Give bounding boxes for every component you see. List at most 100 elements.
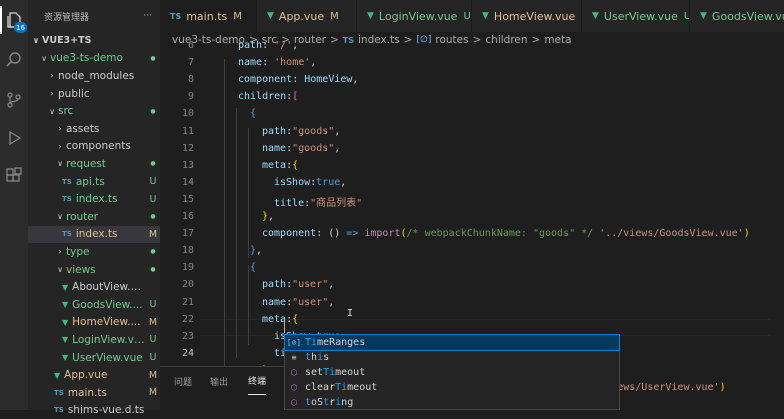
tree-item[interactable]: ∨ VUE3+TS — [28, 32, 160, 50]
tree-item-label: views — [66, 263, 96, 276]
editor-tab[interactable]: ▼UserView.vueU — [582, 0, 690, 32]
suggest-item[interactable]: ⬡ t oS t r i ng — [285, 395, 619, 410]
tree-item[interactable]: ▼ App.vue M — [28, 366, 160, 384]
suggest-item[interactable]: [⊘] Ti meRanges — [284, 334, 620, 351]
tree-item[interactable]: ▼ LoginView.vue U — [28, 331, 160, 349]
indent-guide — [248, 128, 249, 258]
code-token: : () — [316, 228, 347, 240]
chevron-icon: › — [58, 124, 62, 134]
code-token: '../views/GoodsView.vue' — [599, 228, 744, 240]
tree-item-label: LoginView.vue — [72, 333, 146, 346]
code-token: : — [262, 40, 275, 51]
tree-item-label: type — [66, 245, 90, 258]
extensions-icon[interactable] — [0, 162, 28, 190]
breadcrumb-item[interactable]: router — [294, 34, 326, 46]
chevron-icon: › — [58, 141, 62, 151]
breadcrumb-separator: > — [403, 34, 413, 46]
code-token: import — [364, 228, 401, 240]
tree-item-label: index.ts — [75, 228, 118, 241]
code-token: name — [238, 57, 263, 69]
tree-item[interactable]: TS main.ts M — [28, 384, 160, 402]
typescript-file-icon: TS — [62, 230, 72, 239]
tree-item[interactable]: ∨ src ● — [28, 102, 160, 120]
suggest-item[interactable]: ⬡ clear Ti meout — [285, 380, 619, 395]
tree-item[interactable]: ▼ GoodsView.... U — [28, 296, 160, 314]
suggest-text: meout — [347, 382, 378, 393]
suggest-widget[interactable]: [⊘] Ti meRanges ≡ t h i s ⬡ set Ti meout ⬡ clear Ti meo… — [284, 334, 620, 410]
line-number: 14 — [181, 176, 194, 188]
tree-item[interactable]: › components — [28, 138, 160, 156]
suggest-text: Ti — [323, 367, 336, 378]
indent-guide — [236, 108, 237, 358]
code-token: name — [262, 142, 287, 154]
suggest-item[interactable]: ≡ t h i s — [285, 350, 619, 365]
code-line: component: HomeView, — [238, 74, 358, 85]
suggest-item[interactable]: ⬡ set Ti meout — [285, 365, 619, 380]
line-number: 23 — [181, 330, 194, 342]
line-number: 12 — [181, 142, 194, 154]
git-status-badge: M — [148, 316, 158, 328]
code-token: { — [250, 108, 257, 120]
tab-status: M — [233, 10, 242, 22]
search-icon[interactable] — [0, 46, 28, 74]
code-token: , — [340, 176, 347, 188]
files-icon[interactable]: 16 — [0, 6, 28, 34]
code-token: { — [250, 262, 257, 274]
code-token: "user" — [292, 279, 329, 291]
breadcrumb-item[interactable]: [∅] — [416, 35, 431, 45]
code-line: { — [250, 108, 256, 119]
tree-item-label: index.ts — [75, 193, 118, 206]
tree-item-label: request — [66, 157, 106, 170]
source-control-icon[interactable] — [0, 86, 28, 114]
tree-item[interactable]: › type ● — [28, 243, 160, 261]
tree-item[interactable]: › public — [28, 85, 160, 103]
tree-item[interactable]: › assets — [28, 120, 160, 138]
more-actions-icon[interactable]: ··· — [143, 11, 152, 21]
editor-tab[interactable]: ▼GoodsView.vueU — [690, 0, 784, 32]
editor-tab[interactable]: ▼HomeView.vueM — [472, 0, 582, 32]
tree-item-label: HomeView.... — [72, 316, 141, 329]
explorer-sidebar: 资源管理器 ··· ∨ VUE3+TS ∨ vue3-ts-demo ● › node_mo… — [28, 0, 160, 416]
breadcrumb-item[interactable]: TS — [343, 36, 354, 45]
panel-tab[interactable]: 终端 — [248, 367, 267, 395]
run-debug-icon[interactable] — [0, 124, 28, 152]
tree-item[interactable]: ∨ vue3-ts-demo ● — [28, 50, 160, 68]
tree-item[interactable]: TS shims-vue.d.ts — [28, 402, 160, 419]
tree-item[interactable]: TS index.ts U — [28, 190, 160, 208]
breadcrumb-item[interactable]: children — [485, 34, 527, 46]
tree-item[interactable]: › node_modules — [28, 67, 160, 85]
git-status-badge: U — [149, 176, 157, 188]
code-line: component: () => import(/* webpackChunkN… — [262, 228, 750, 239]
code-token: title — [274, 197, 305, 209]
line-number: 8 — [187, 74, 194, 86]
code-token: , — [310, 57, 317, 69]
vue-file-icon: ▼ — [367, 11, 374, 21]
tree-item[interactable]: ▼ UserView.vue U — [28, 349, 160, 367]
chevron-icon: ∨ — [49, 106, 55, 116]
typescript-file-icon: TS — [170, 11, 182, 21]
tree-item[interactable]: ∨ request ● — [28, 155, 160, 173]
breadcrumb-item[interactable]: index.ts — [358, 34, 400, 46]
code-token: , — [268, 211, 275, 222]
vue-file-icon: ▼ — [62, 317, 69, 327]
tree-item[interactable]: ▼ HomeView.... M — [28, 314, 160, 332]
editor-tab[interactable]: TS main.ts M — [160, 0, 257, 32]
editor-scrollbar[interactable] — [770, 48, 784, 366]
editor-tab[interactable]: ▼ App.vue M — [257, 0, 357, 32]
panel-tab[interactable]: 输出 — [210, 367, 228, 395]
tree-item[interactable]: ▼ AboutView.vue — [28, 278, 160, 296]
panel-tab[interactable]: 问题 — [174, 367, 192, 395]
git-status-badge: ● — [150, 248, 156, 256]
code-editor[interactable]: 6 path: '/', 7 name: 'home', 8 component: Hom… — [160, 40, 784, 393]
tree-item[interactable]: TS index.ts M — [28, 225, 160, 244]
tree-item[interactable]: ∨ router ● — [28, 208, 160, 226]
code-token: HomeView — [304, 74, 353, 86]
breadcrumb-item[interactable]: routes — [435, 34, 468, 46]
breadcrumb-item[interactable]: meta — [544, 34, 571, 46]
bottom-panel: 问题 输出 终端 — [160, 366, 284, 410]
tree-item[interactable]: ∨ views ● — [28, 261, 160, 279]
tree-item[interactable]: TS api.ts U — [28, 173, 160, 191]
editor-tab[interactable]: ▼ LoginView.vue U — [357, 0, 472, 32]
code-token: , — [334, 142, 341, 154]
breadcrumb-separator: > — [531, 34, 541, 46]
